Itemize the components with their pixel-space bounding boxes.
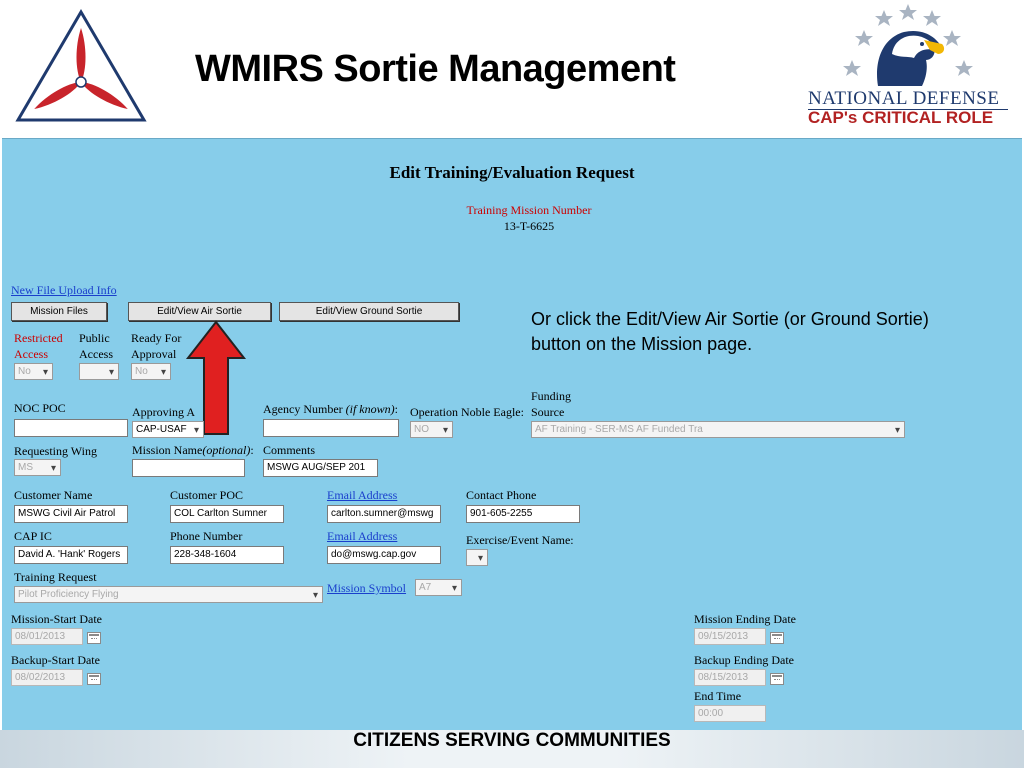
ready-for-approval-label-1: Ready For <box>131 331 182 345</box>
training-request-label: Training Request <box>14 570 97 584</box>
comments-input[interactable]: MSWG AUG/SEP 201 <box>263 459 378 477</box>
contact-phone-label: Contact Phone <box>466 488 537 502</box>
approving-agency-select[interactable]: CAP-USAF ▾ <box>132 421 204 438</box>
training-request-select[interactable]: Pilot Proficiency Flying ▾ <box>14 586 323 603</box>
ic-email-input[interactable]: do@mswg.cap.gov <box>327 546 441 564</box>
end-time-input[interactable]: 00:00 <box>694 705 766 722</box>
customer-name-input[interactable]: MSWG Civil Air Patrol <box>14 505 128 523</box>
customer-email-input[interactable]: carlton.sumner@mswg <box>327 505 441 523</box>
phone-number-input[interactable]: 228-348-1604 <box>170 546 284 564</box>
end-time-label: End Time <box>694 689 742 703</box>
requesting-wing-label: Requesting Wing <box>14 444 97 458</box>
chevron-down-icon: ▾ <box>108 367 114 378</box>
backup-end-date-input[interactable]: 08/15/2013 <box>694 669 766 686</box>
instruction-note: Or click the Edit/View Air Sortie (or Gr… <box>531 309 929 354</box>
chevron-down-icon: ▾ <box>451 583 457 594</box>
noc-poc-label: NOC POC <box>14 401 66 415</box>
calendar-icon[interactable] <box>770 632 784 644</box>
calendar-icon[interactable] <box>87 632 101 644</box>
contact-phone-input[interactable]: 901-605-2255 <box>466 505 580 523</box>
exercise-event-select[interactable]: ▾ <box>466 549 488 566</box>
chevron-down-icon: ▾ <box>477 553 483 564</box>
eagle-stars-emblem <box>843 4 973 86</box>
red-up-arrow-icon <box>185 320 247 435</box>
phone-number-label: Phone Number <box>170 529 243 543</box>
approving-agency-label: Approving A <box>132 405 195 419</box>
mission-files-button[interactable]: Mission Files <box>11 302 107 321</box>
restricted-access-select[interactable]: No ▾ <box>14 363 53 380</box>
noble-eagle-select[interactable]: NO ▾ <box>410 421 453 438</box>
ready-for-approval-label-2: Approval <box>131 347 177 361</box>
exercise-event-label: Exercise/Event Name: <box>466 533 574 547</box>
restricted-access-label-2: Access <box>14 347 48 361</box>
comments-label: Comments <box>263 443 316 457</box>
backup-start-date-input[interactable]: 08/02/2013 <box>11 669 83 686</box>
cap-ic-label: CAP IC <box>14 529 52 543</box>
customer-email-link[interactable]: Email Address <box>327 488 397 503</box>
critical-role-label: CAP's CRITICAL ROLE <box>808 108 994 127</box>
mission-end-date-label: Mission Ending Date <box>694 612 796 626</box>
agency-number-label: Agency Number (if known): <box>263 402 398 416</box>
chevron-down-icon: ▾ <box>312 590 318 601</box>
requesting-wing-select[interactable]: MS ▾ <box>14 459 61 476</box>
calendar-icon[interactable] <box>87 673 101 685</box>
cap-propeller-logo <box>15 9 147 122</box>
ic-email-link[interactable]: Email Address <box>327 529 397 544</box>
mission-number-label: Training Mission Number <box>466 203 592 217</box>
public-access-select[interactable]: ▾ <box>79 363 119 380</box>
chevron-down-icon: ▾ <box>894 425 900 436</box>
mission-number: 13-T-6625 <box>503 219 555 233</box>
funding-source-select[interactable]: AF Training - SER-MS AF Funded Tra ▾ <box>531 421 905 438</box>
noc-poc-input[interactable] <box>14 419 128 437</box>
restricted-access-label-1: Restricted <box>14 331 63 345</box>
calendar-icon[interactable] <box>770 673 784 685</box>
national-defense-label: NATIONAL DEFENSE <box>808 88 1000 109</box>
funding-source-label-2: Source <box>531 405 565 419</box>
form-heading: Edit Training/Evaluation Request <box>389 163 635 182</box>
cap-ic-input[interactable]: David A. 'Hank' Rogers <box>14 546 128 564</box>
mission-symbol-link[interactable]: Mission Symbol <box>327 581 406 596</box>
agency-number-input[interactable] <box>263 419 399 437</box>
funding-source-label-1: Funding <box>531 389 572 403</box>
mission-start-date-label: Mission-Start Date <box>11 612 102 626</box>
backup-end-date-label: Backup Ending Date <box>694 653 794 667</box>
new-file-upload-link[interactable]: New File Upload Info <box>11 283 117 298</box>
chevron-down-icon: ▾ <box>42 367 48 378</box>
mission-start-date-input[interactable]: 08/01/2013 <box>11 628 83 645</box>
footer-tagline: CITIZENS SERVING COMMUNITIES <box>353 730 671 751</box>
customer-poc-label: Customer POC <box>170 488 244 502</box>
mission-name-input[interactable] <box>132 459 245 477</box>
customer-name-label: Customer Name <box>14 488 93 502</box>
ready-for-approval-select[interactable]: No ▾ <box>131 363 171 380</box>
mission-symbol-select[interactable]: A7 ▾ <box>415 579 462 596</box>
chevron-down-icon: ▾ <box>442 425 448 436</box>
mission-name-label: Mission Name(optional): <box>132 443 254 457</box>
noble-eagle-label: Operation Noble Eagle: <box>410 405 524 419</box>
public-access-label-2: Access <box>79 347 113 361</box>
edit-view-ground-sortie-button[interactable]: Edit/View Ground Sortie <box>279 302 459 321</box>
chevron-down-icon: ▾ <box>50 463 56 474</box>
public-access-label-1: Public <box>79 331 110 345</box>
mission-end-date-input[interactable]: 09/15/2013 <box>694 628 766 645</box>
chevron-down-icon: ▾ <box>193 425 199 436</box>
slide-title: WMIRS Sortie Management <box>195 48 676 90</box>
customer-poc-input[interactable]: COL Carlton Sumner <box>170 505 284 523</box>
chevron-down-icon: ▾ <box>160 367 166 378</box>
backup-start-date-label: Backup-Start Date <box>11 653 100 667</box>
